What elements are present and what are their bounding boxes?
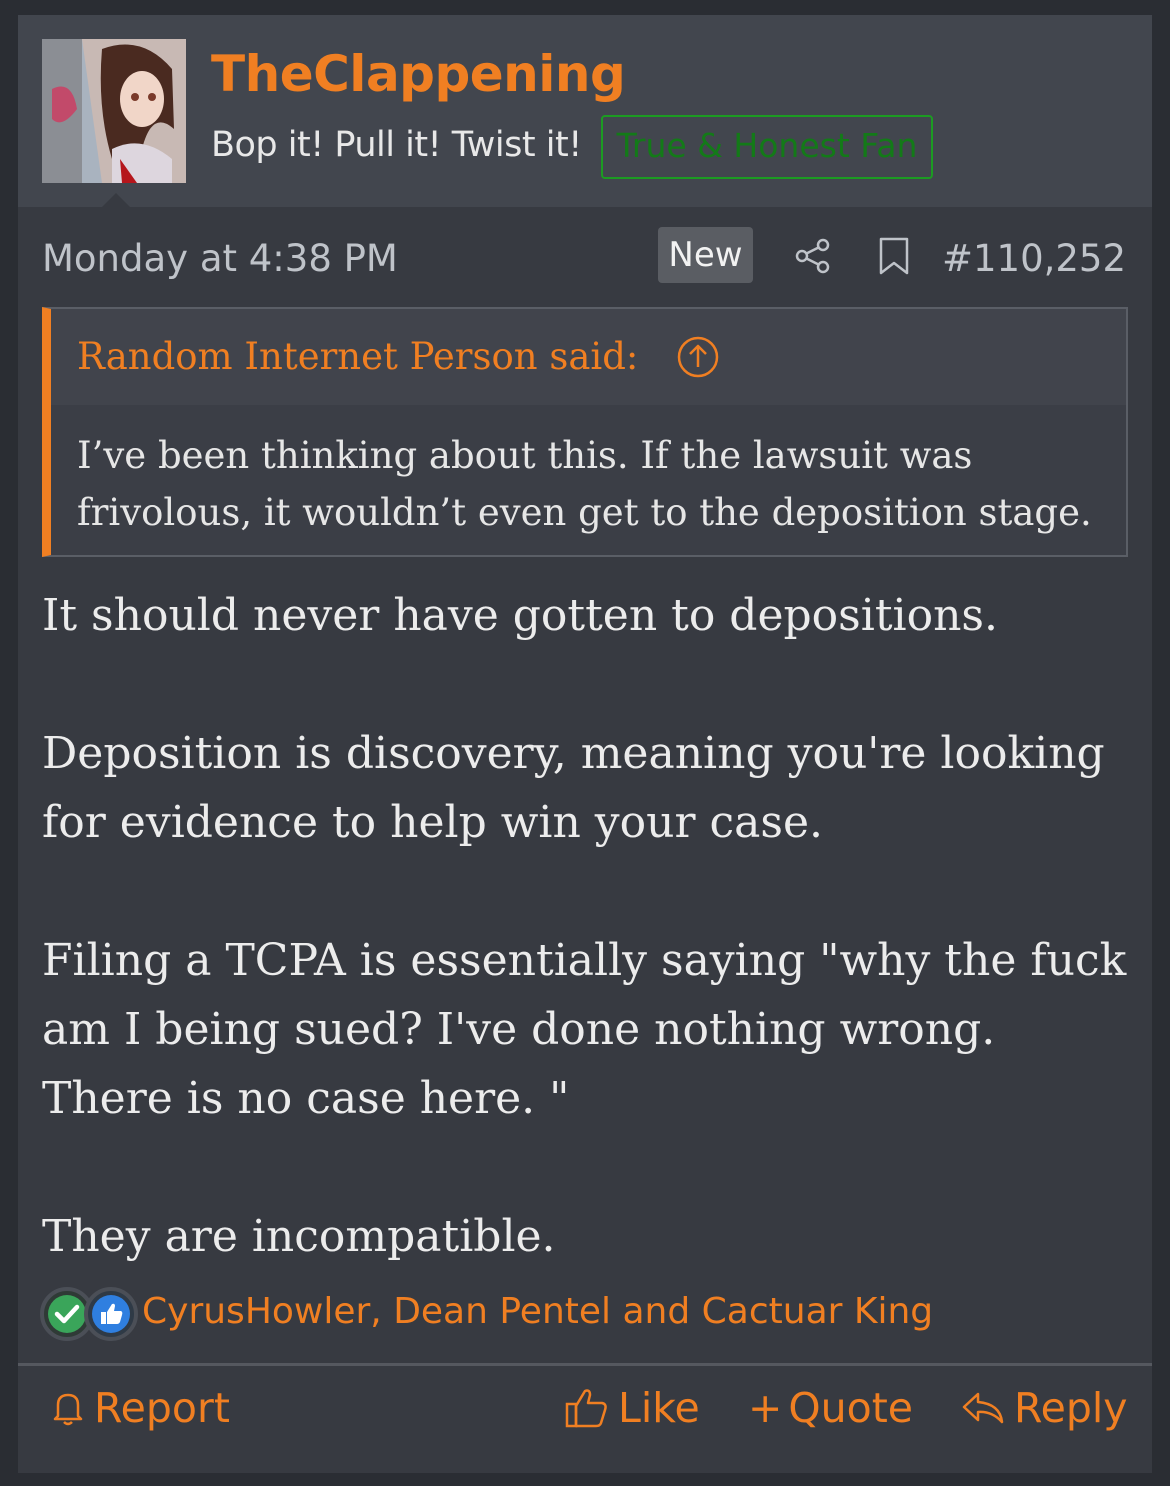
quote-header: Random Internet Person said: xyxy=(51,309,1126,405)
bell-icon xyxy=(53,1393,83,1426)
bookmark-icon[interactable] xyxy=(878,237,910,275)
new-badge: New xyxy=(658,227,753,283)
quote-button[interactable]: + Quote xyxy=(748,1384,913,1432)
user-avatar[interactable] xyxy=(42,39,186,183)
report-button[interactable]: Report xyxy=(50,1384,230,1432)
post-message: It should never have gotten to depositio… xyxy=(42,581,1132,1271)
post-number-link[interactable]: #110,252 xyxy=(942,237,1126,280)
plus-icon: + xyxy=(748,1384,783,1432)
quote-text: I’ve been thinking about this. If the la… xyxy=(77,434,1092,534)
post-header: TheClappening Bop it! Pull it! Twist it!… xyxy=(18,15,1152,207)
message-paragraph: They are incompatible. xyxy=(42,1211,556,1262)
message-paragraph: It should never have gotten to depositio… xyxy=(42,590,998,641)
post-meta: Monday at 4:38 PM New #110,252 xyxy=(18,225,1152,289)
message-paragraph: Filing a TCPA is essentially saying "why… xyxy=(42,935,1127,1124)
user-banner: True & Honest Fan xyxy=(601,115,933,179)
like-button[interactable]: Like xyxy=(564,1384,700,1432)
user-title: Bop it! Pull it! Twist it! xyxy=(211,125,582,165)
avatar-image xyxy=(42,39,186,183)
quote-label: Quote xyxy=(788,1384,914,1432)
share-icon[interactable] xyxy=(794,237,832,275)
report-label: Report xyxy=(94,1384,230,1432)
footer-divider xyxy=(18,1363,1152,1366)
reply-button[interactable]: Reply xyxy=(960,1384,1128,1432)
like-label: Like xyxy=(618,1384,700,1432)
like-reaction-icon xyxy=(84,1287,138,1341)
quote-attribution[interactable]: Random Internet Person said: xyxy=(77,335,638,378)
quote-block: Random Internet Person said: I’ve been t… xyxy=(42,307,1128,557)
post-date[interactable]: Monday at 4:38 PM xyxy=(42,237,398,280)
message-paragraph: Deposition is discovery, meaning you're … xyxy=(42,728,1105,848)
reaction-users-link[interactable]: CyrusHowler, Dean Pentel and Cactuar Kin… xyxy=(142,1291,933,1332)
username[interactable]: TheClappening xyxy=(211,45,626,103)
reactions-bar[interactable]: CyrusHowler, Dean Pentel and Cactuar Kin… xyxy=(40,1287,1140,1343)
post-actions: Report Like + Quote Reply xyxy=(18,1370,1152,1460)
reply-arrow-icon xyxy=(962,1392,1004,1424)
forum-post: TheClappening Bop it! Pull it! Twist it!… xyxy=(18,15,1152,1473)
header-pointer xyxy=(102,193,130,207)
jump-to-quote-icon[interactable] xyxy=(676,335,720,379)
thumbs-up-icon xyxy=(565,1389,607,1428)
reply-label: Reply xyxy=(1014,1384,1128,1432)
